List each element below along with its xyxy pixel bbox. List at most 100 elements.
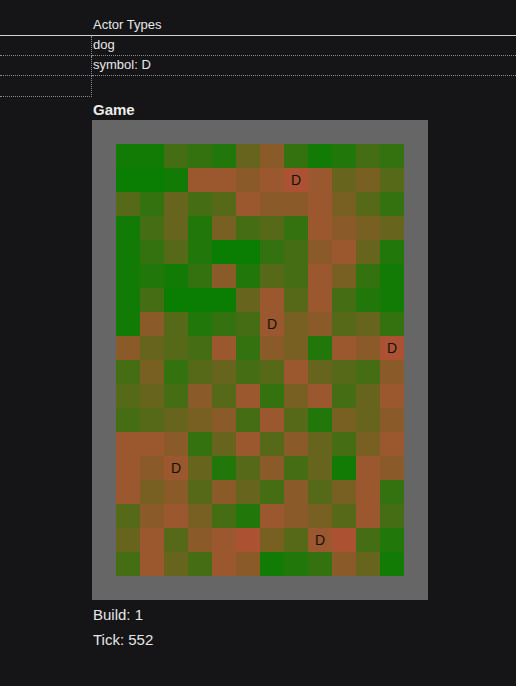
grid-cell: [140, 144, 164, 168]
grid-cell: [236, 144, 260, 168]
grid-cell: [140, 168, 164, 192]
grid-cell: [380, 144, 404, 168]
grid-cell: [332, 504, 356, 528]
grid-cell: D: [260, 312, 284, 336]
grid-cell: [116, 480, 140, 504]
grid-cell: [116, 528, 140, 552]
game-title: Game: [92, 100, 516, 120]
grid-cell: [188, 264, 212, 288]
grid-cell: [260, 240, 284, 264]
grid-cell: [356, 480, 380, 504]
grid-cell: [260, 360, 284, 384]
grid-cell: [284, 456, 308, 480]
grid-cell: [308, 384, 332, 408]
grid-cell: [380, 360, 404, 384]
grid-cell: [164, 312, 188, 336]
grid-cell: [284, 480, 308, 504]
grid-cell: [116, 408, 140, 432]
grid-cell: [212, 312, 236, 336]
grid-cell: [356, 192, 380, 216]
grid-cell: [236, 504, 260, 528]
grid-cell: [284, 360, 308, 384]
grid-cell: [380, 456, 404, 480]
actor: D: [291, 172, 301, 188]
grid-cell: [308, 264, 332, 288]
grid-cell: [188, 216, 212, 240]
game-section: GameDDDDDBuild: 1Tick: 552: [92, 97, 516, 652]
grid-cell: [356, 504, 380, 528]
grid-cell: [380, 528, 404, 552]
grid-cell: [308, 240, 332, 264]
grid-cell: [356, 240, 380, 264]
grid-cell: [284, 408, 308, 432]
grid-cell: [260, 408, 284, 432]
status-line: Build: 1: [92, 602, 516, 627]
table-corner: [0, 14, 92, 36]
grid-cell: [356, 288, 380, 312]
grid-cell: [260, 288, 284, 312]
grid-cell: [164, 192, 188, 216]
grid-cell: [356, 336, 380, 360]
grid-cell: [236, 216, 260, 240]
grid-cell: [188, 552, 212, 576]
grid-cell: [236, 264, 260, 288]
grid-cell: [116, 240, 140, 264]
grid-cell: [236, 288, 260, 312]
grid-cell: [284, 504, 308, 528]
status: Build: 1Tick: 552: [92, 600, 516, 652]
grid-cell: [284, 312, 308, 336]
grid-cell: [140, 216, 164, 240]
grid-cell: [116, 384, 140, 408]
grid-cell: [140, 528, 164, 552]
grid-cell: [380, 264, 404, 288]
grid-cell: [188, 408, 212, 432]
grid-cell: [212, 504, 236, 528]
status-line: Tick: 552: [92, 627, 516, 652]
table-cell: [0, 56, 92, 76]
grid-cell: [140, 504, 164, 528]
grid-cell: [188, 384, 212, 408]
grid-cell: [236, 552, 260, 576]
game-board[interactable]: DDDDD: [92, 120, 428, 600]
grid-cell: [236, 336, 260, 360]
grid-cell: [188, 144, 212, 168]
grid-cell: [140, 480, 164, 504]
grid-cell: [164, 504, 188, 528]
grid-cell: [164, 168, 188, 192]
grid-cell: [212, 192, 236, 216]
grid-cell: [212, 264, 236, 288]
grid-cell: [380, 192, 404, 216]
grid-cell: [236, 312, 260, 336]
grid-cell: [308, 360, 332, 384]
grid-cell: [212, 480, 236, 504]
grid-cell: [332, 216, 356, 240]
actor: D: [315, 532, 325, 548]
grid-cell: [284, 288, 308, 312]
grid-cell: [332, 432, 356, 456]
grid-cell: [308, 552, 332, 576]
grid-cell: [356, 528, 380, 552]
grid-cell: [188, 312, 212, 336]
grid-cell: [332, 288, 356, 312]
grid-cell: [308, 144, 332, 168]
grid-cell: [236, 240, 260, 264]
grid-cell: [116, 504, 140, 528]
grid-cell: [188, 432, 212, 456]
grid-cell: [284, 552, 308, 576]
grid-cell: [260, 528, 284, 552]
actor-type-symbol: symbol: D: [92, 56, 516, 76]
grid-cell: [236, 528, 260, 552]
grid-cell: D: [308, 528, 332, 552]
grid-cell: [308, 480, 332, 504]
grid-cell: [116, 216, 140, 240]
grid-cell: [164, 264, 188, 288]
grid-cell: [116, 360, 140, 384]
grid-cell: [356, 312, 380, 336]
grid-cell: [116, 144, 140, 168]
grid-cell: [380, 216, 404, 240]
grid-cell: [236, 408, 260, 432]
grid-cell: [140, 360, 164, 384]
grid-cell: [164, 336, 188, 360]
grid-cell: [308, 336, 332, 360]
grid-cell: [236, 456, 260, 480]
